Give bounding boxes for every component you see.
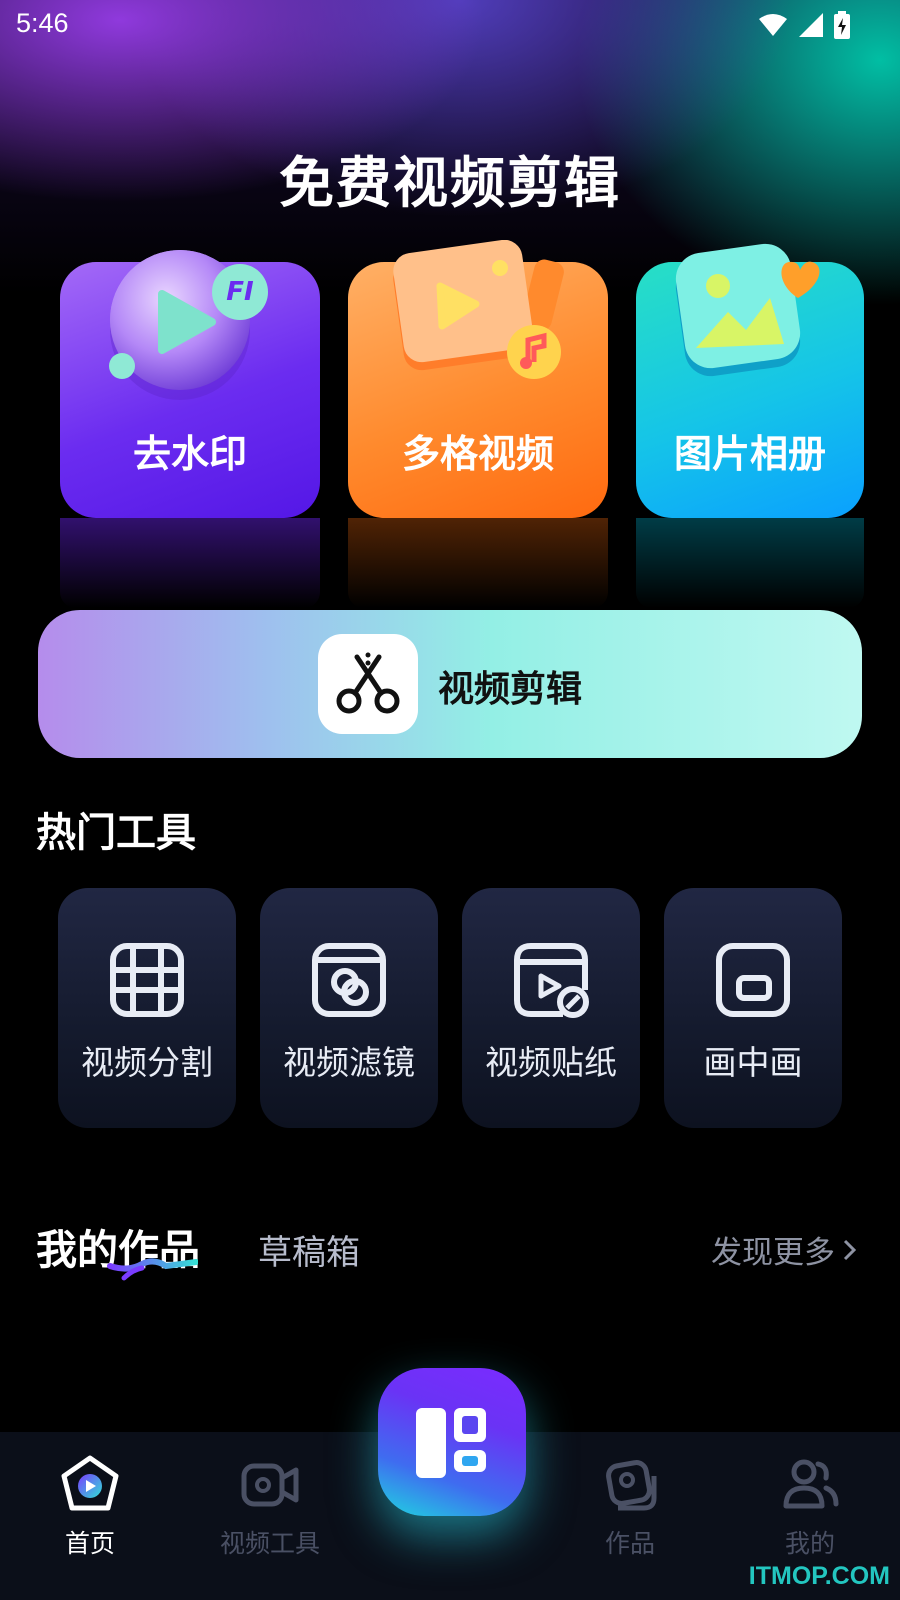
nav-label: 我的 — [784, 1529, 835, 1558]
tool-video-split[interactable]: 视频分割 — [58, 888, 236, 1128]
video-edit-banner[interactable]: 视频剪辑 — [38, 610, 862, 758]
card-reflection — [60, 518, 320, 608]
sticker-icon — [514, 943, 589, 1018]
remove-watermark-card[interactable]: FI 去水印 — [60, 250, 320, 608]
filter-icon — [312, 943, 386, 1017]
card-reflection — [348, 518, 608, 608]
chevron-right-icon — [843, 1239, 857, 1260]
tool-label: 画中画 — [703, 1043, 803, 1082]
hot-tools-title: 热门工具 — [36, 810, 196, 856]
tool-video-filter[interactable]: 视频滤镜 — [260, 888, 438, 1128]
multi-grid-video-label: 多格视频 — [401, 432, 554, 476]
active-tab-underline — [107, 1258, 198, 1281]
layout-icon — [416, 1408, 486, 1478]
nav-label: 视频工具 — [219, 1529, 320, 1558]
create-button[interactable] — [378, 1368, 526, 1516]
itmop-watermark: ITMOP.COM — [748, 1562, 890, 1590]
scissors-icon-box — [318, 634, 418, 734]
profile-icon — [783, 1459, 839, 1509]
film-split-icon — [110, 943, 184, 1017]
tool-label: 视频贴纸 — [485, 1043, 617, 1082]
photo-video-icon — [393, 240, 564, 379]
discover-more-link[interactable]: 发现更多 — [711, 1227, 859, 1272]
hero-title: 免费视频剪辑 — [278, 151, 621, 215]
tool-label: 视频滤镜 — [283, 1043, 415, 1082]
photo-album-card[interactable]: 图片相册 — [636, 243, 864, 608]
discover-more-label: 发现更多 — [711, 1235, 835, 1271]
tool-picture-in-picture[interactable]: 画中画 — [664, 888, 842, 1128]
cell-signal-icon — [799, 13, 823, 37]
nav-home[interactable]: 首页 — [0, 1432, 180, 1600]
tab-drafts[interactable]: 草稿箱 — [258, 1225, 360, 1274]
remove-watermark-label: 去水印 — [132, 432, 247, 476]
nav-label: 作品 — [604, 1529, 655, 1558]
nav-video-tools[interactable]: 视频工具 — [180, 1432, 360, 1600]
status-icons — [758, 10, 850, 40]
card-reflection — [636, 518, 864, 608]
multi-grid-video-card[interactable]: 多格视频 — [348, 240, 608, 608]
home-icon — [61, 1455, 119, 1511]
wifi-icon — [759, 14, 787, 36]
tool-label: 视频分割 — [81, 1043, 213, 1082]
gallery-icon — [675, 243, 820, 377]
picture-in-picture-icon — [716, 943, 790, 1017]
nav-label: 首页 — [64, 1529, 115, 1558]
fi-badge: FI — [212, 264, 268, 320]
works-icon — [606, 1460, 657, 1511]
video-edit-label: 视频剪辑 — [438, 669, 583, 710]
status-bar: 5:46 — [0, 0, 900, 50]
tool-video-sticker[interactable]: 视频贴纸 — [462, 888, 640, 1128]
nav-works[interactable]: 作品 — [540, 1432, 720, 1600]
status-time: 5:46 — [16, 8, 69, 38]
scissors-icon — [336, 652, 400, 714]
video-camera-icon — [241, 1463, 299, 1507]
photo-album-label: 图片相册 — [673, 432, 826, 476]
battery-icon — [834, 11, 850, 39]
